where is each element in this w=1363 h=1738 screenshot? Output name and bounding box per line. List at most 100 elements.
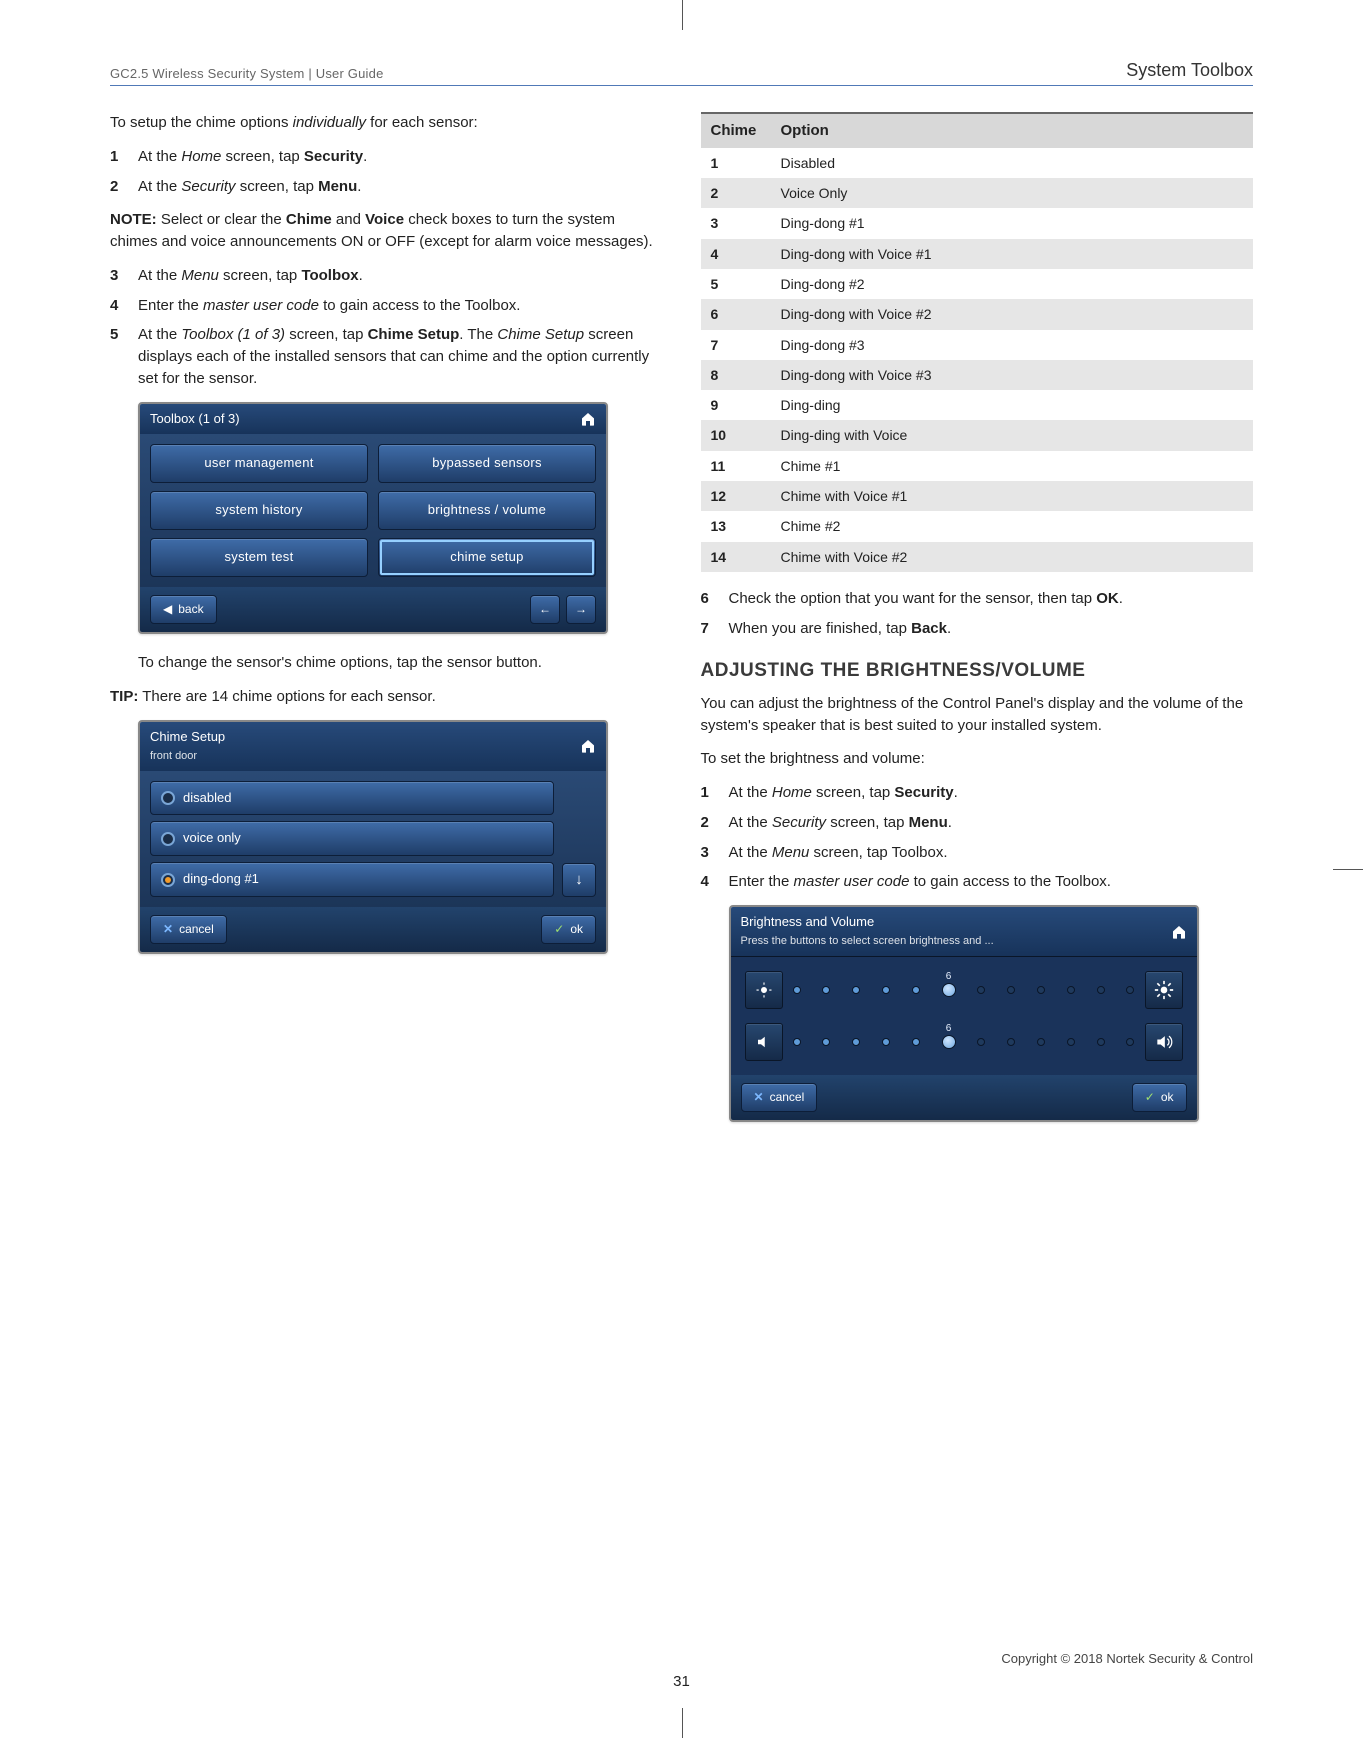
left-column: To setup the chime options individually … <box>110 112 663 1140</box>
table-row: 10Ding-ding with Voice <box>701 420 1254 450</box>
chime-option-ding-dong-1[interactable]: ding-dong #1 <box>150 862 554 897</box>
table-row: 13Chime #2 <box>701 511 1254 541</box>
brightness-slider[interactable]: 6 <box>745 971 1183 1009</box>
slider-dot[interactable] <box>1067 1038 1075 1046</box>
content-columns: To setup the chime options individually … <box>110 112 1253 1140</box>
brightness-high-icon[interactable] <box>1145 971 1183 1009</box>
slider-dot[interactable] <box>882 1038 890 1046</box>
home-icon[interactable] <box>1171 924 1187 940</box>
slider-dot[interactable] <box>912 1038 920 1046</box>
slider-dot[interactable] <box>822 986 830 994</box>
slider-dot[interactable] <box>793 1038 801 1046</box>
step-item: 1At the Home screen, tap Security. <box>110 146 663 168</box>
slider-value-label: 6 <box>946 970 952 985</box>
cancel-button[interactable]: ✕cancel <box>741 1083 818 1112</box>
steps-d: 1At the Home screen, tap Security. 2At t… <box>701 782 1254 893</box>
slider-dot[interactable] <box>852 1038 860 1046</box>
volume-high-icon[interactable] <box>1145 1023 1183 1061</box>
note: NOTE: Select or clear the Chime and Voic… <box>110 209 663 253</box>
radio-icon <box>161 832 175 846</box>
cell-chime-num: 7 <box>701 330 771 360</box>
slider-dot[interactable] <box>1126 1038 1134 1046</box>
slider-dot[interactable] <box>977 1038 985 1046</box>
radio-icon <box>161 873 175 887</box>
slider-dot[interactable] <box>1097 986 1105 994</box>
cell-option: Ding-dong with Voice #3 <box>771 360 1254 390</box>
cell-chime-num: 11 <box>701 451 771 481</box>
brightness-low-icon[interactable] <box>745 971 783 1009</box>
triangle-left-icon: ◀ <box>163 601 172 618</box>
cell-chime-num: 13 <box>701 511 771 541</box>
slider-dot[interactable] <box>1007 1038 1015 1046</box>
btn-system-test[interactable]: system test <box>150 538 368 577</box>
step-item: 4Enter the master user code to gain acce… <box>701 871 1254 893</box>
table-row: 14Chime with Voice #2 <box>701 542 1254 572</box>
tip: TIP: There are 14 chime options for each… <box>110 686 663 708</box>
copyright: Copyright © 2018 Nortek Security & Contr… <box>1001 1651 1253 1666</box>
bv-title: Brightness and Volume <box>741 913 994 932</box>
bv-header: Brightness and Volume Press the buttons … <box>731 907 1197 956</box>
cell-option: Ding-ding with Voice <box>771 420 1254 450</box>
slider-dot[interactable] <box>1037 1038 1045 1046</box>
table-row: 3Ding-dong #1 <box>701 208 1254 238</box>
chime-list: disabled voice only ding-dong #1 ↓ <box>140 771 606 908</box>
step-item: 1At the Home screen, tap Security. <box>701 782 1254 804</box>
footer: 31 <box>0 1673 1363 1690</box>
step-item: 2At the Security screen, tap Menu. <box>701 812 1254 834</box>
slider-dot[interactable] <box>912 986 920 994</box>
slider-dot[interactable] <box>882 986 890 994</box>
arrow-down-icon: ↓ <box>575 869 583 891</box>
slider-dot[interactable] <box>793 986 801 994</box>
slider-dot[interactable]: 6 <box>942 983 956 997</box>
slider-dot[interactable]: 6 <box>942 1035 956 1049</box>
cell-option: Chime with Voice #2 <box>771 542 1254 572</box>
step-item: 4Enter the master user code to gain acce… <box>110 295 663 317</box>
slider-dot[interactable] <box>852 986 860 994</box>
header-right: System Toolbox <box>1126 60 1253 81</box>
btn-bypassed-sensors[interactable]: bypassed sensors <box>378 444 596 483</box>
next-page-button[interactable]: → <box>566 595 596 624</box>
slider-dot[interactable] <box>1037 986 1045 994</box>
btn-chime-setup[interactable]: chime setup <box>378 538 596 577</box>
slider-dot[interactable] <box>1067 986 1075 994</box>
btn-system-history[interactable]: system history <box>150 491 368 530</box>
volume-slider[interactable]: 6 <box>745 1023 1183 1061</box>
chime-option-disabled[interactable]: disabled <box>150 781 554 816</box>
ok-button[interactable]: ✓ok <box>1132 1083 1187 1112</box>
crop-mark-bottom <box>682 1708 683 1738</box>
bv-screenshot: Brightness and Volume Press the buttons … <box>729 905 1199 1122</box>
prev-page-button[interactable]: ← <box>530 595 560 624</box>
toolbox-header: Toolbox (1 of 3) <box>140 404 606 435</box>
home-icon[interactable] <box>580 738 596 754</box>
cell-chime-num: 3 <box>701 208 771 238</box>
x-icon: ✕ <box>163 921 173 938</box>
cancel-button[interactable]: ✕cancel <box>150 915 227 944</box>
back-button[interactable]: ◀ back <box>150 595 217 624</box>
btn-brightness-volume[interactable]: brightness / volume <box>378 491 596 530</box>
slider-dot[interactable] <box>977 986 985 994</box>
check-icon: ✓ <box>1145 1089 1155 1106</box>
chime-option-voice-only[interactable]: voice only <box>150 821 554 856</box>
cell-chime-num: 14 <box>701 542 771 572</box>
table-row: 1Disabled <box>701 148 1254 178</box>
crop-mark-right <box>1333 869 1363 870</box>
cell-option: Voice Only <box>771 178 1254 208</box>
chime-bottom-bar: ✕cancel ✓ok <box>140 907 606 952</box>
bv-para: You can adjust the brightness of the Con… <box>701 693 1254 737</box>
slider-dot[interactable] <box>1007 986 1015 994</box>
cell-option: Chime with Voice #1 <box>771 481 1254 511</box>
btn-user-management[interactable]: user management <box>150 444 368 483</box>
post-toolbox-text: To change the sensor's chime options, ta… <box>138 652 663 674</box>
slider-dot[interactable] <box>822 1038 830 1046</box>
arrow-left-icon: ← <box>539 601 551 618</box>
home-icon[interactable] <box>580 411 596 427</box>
scroll-down-button[interactable]: ↓ <box>562 863 596 897</box>
slider-dot[interactable] <box>1097 1038 1105 1046</box>
table-row: 5Ding-dong #2 <box>701 269 1254 299</box>
slider-dot[interactable] <box>1126 986 1134 994</box>
volume-low-icon[interactable] <box>745 1023 783 1061</box>
ok-button[interactable]: ✓ok <box>541 915 596 944</box>
intro-line: To setup the chime options individually … <box>110 112 663 134</box>
toolbox-screenshot: Toolbox (1 of 3) user management bypasse… <box>138 402 608 635</box>
arrow-right-icon: → <box>575 601 587 618</box>
